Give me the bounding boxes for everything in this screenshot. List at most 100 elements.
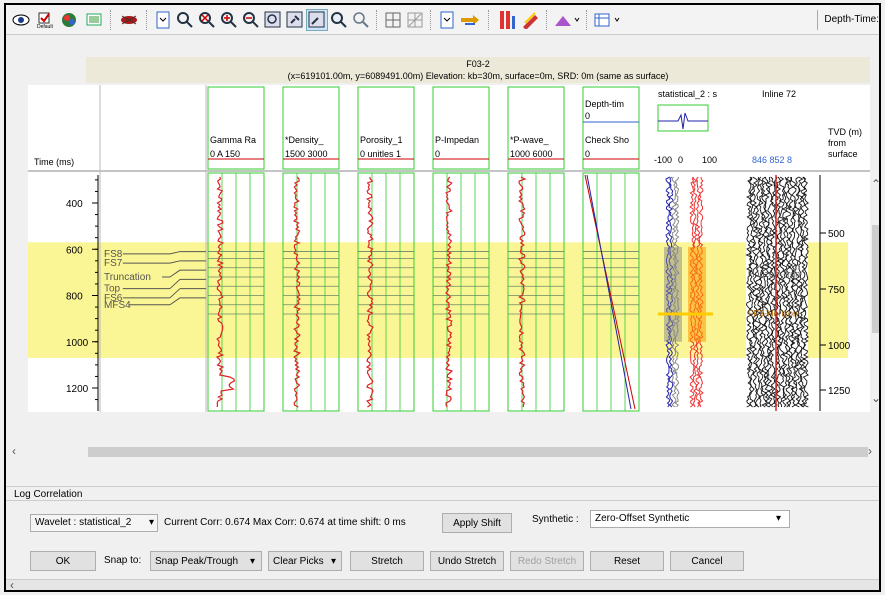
wavelet-tick: 100 (702, 155, 717, 165)
move-icon[interactable] (458, 9, 482, 31)
track-scale: 1000 6000 (510, 149, 553, 159)
zoom-icon[interactable] (174, 9, 196, 31)
track-scale: 0 (435, 149, 440, 159)
highlight-band (28, 242, 848, 358)
clear-picks-label: Clear Picks (273, 555, 324, 567)
well-tie-window: Default Depth-Time: F03-2 (x=619101.00m,… (4, 3, 881, 592)
marker-label: FS7 (104, 258, 123, 269)
snap-value: Snap Peak/Trough (155, 555, 239, 567)
track-extra-scale: 0 (585, 111, 590, 121)
chevron-down-icon: ▾ (775, 513, 781, 524)
track-scale: 0 unitles 1 (360, 149, 401, 159)
marker-label: Truncation (104, 272, 151, 283)
wavelet-dropdown[interactable]: Wavelet : statistical_2 ▾ (30, 514, 158, 532)
vertical-scroll-thumb[interactable] (872, 225, 879, 333)
vertical-scrollbar[interactable]: ⌃ ⌄ (870, 173, 879, 411)
scroll-right-icon[interactable]: › (868, 444, 872, 458)
svg-text:Default: Default (37, 24, 53, 29)
horizontal-scroll-thumb[interactable] (88, 447, 868, 457)
zoom-in-icon[interactable] (218, 9, 240, 31)
zoom-window-icon[interactable] (284, 9, 306, 31)
scroll-left-icon[interactable]: ‹ (10, 578, 14, 590)
correlation-readout: Current Corr: 0.674 Max Corr: 0.674 at t… (164, 517, 406, 528)
color-icon[interactable] (58, 9, 80, 31)
well-coordinates: (x=619101.00m, y=6089491.00m) Elevation:… (287, 71, 669, 81)
tvd-header-line: surface (828, 149, 858, 159)
time-tick-label: 600 (66, 245, 83, 256)
track-name: Gamma Ra (210, 135, 256, 145)
seismic-horizon-label: Horizon-Trun (748, 269, 800, 279)
synthetic-gray-band (664, 246, 682, 342)
track-scale: 0 (585, 149, 590, 159)
time-tick-label: 1200 (66, 384, 89, 395)
tvd-tick-label: 750 (828, 285, 845, 296)
depth-time-label: Depth-Time: (817, 10, 879, 30)
time-tick-label: 800 (66, 292, 83, 303)
magnify-plus-icon[interactable] (328, 9, 350, 31)
wavelet-tick: 0 (678, 155, 683, 165)
synthetic-orange-band (688, 246, 706, 342)
brush-icon[interactable] (552, 9, 582, 31)
bottom-scrollbar[interactable]: ‹ (6, 578, 879, 590)
well-name: F03-2 (466, 59, 490, 69)
snap-dropdown[interactable]: Snap Peak/Trough ▾ (150, 551, 262, 571)
wavelet-value: Wavelet : statistical_2 (35, 517, 132, 528)
tvd-tick-label: 1000 (828, 341, 851, 352)
grid-off-icon[interactable] (404, 9, 426, 31)
undo-stretch-button[interactable]: Undo Stretch (430, 551, 504, 571)
add-display-icon[interactable] (84, 9, 106, 31)
wavelet-header: statistical_2 : s (658, 89, 718, 99)
redo-stretch-button[interactable]: Redo Stretch (510, 551, 584, 571)
filter-icon[interactable] (152, 9, 174, 31)
marker-label: MFS4 (104, 300, 131, 311)
track-header-box (432, 86, 490, 170)
scroll-up-icon[interactable]: ⌃ (871, 177, 879, 191)
zoom-select-icon[interactable] (306, 9, 328, 31)
scroll-down-icon[interactable]: ⌄ (871, 391, 879, 405)
wavelet-curve (658, 112, 708, 130)
wavelet-tick: -100 (654, 155, 672, 165)
track-name: P-Impedan (435, 135, 479, 145)
track-scale: 1500 3000 (285, 149, 328, 159)
zoom-out-icon[interactable] (240, 9, 262, 31)
log-tracks-svg: Time (ms)40060080010001200FS8FS7Truncati… (28, 85, 870, 430)
chevron-down-icon: ▾ (148, 517, 154, 528)
tvd-header-line: from (828, 138, 846, 148)
apply-shift-button[interactable]: Apply Shift (442, 513, 512, 533)
bars-icon[interactable] (496, 9, 518, 31)
track-scale: 0 A 150 (210, 149, 240, 159)
magnify-minus-icon[interactable] (350, 9, 372, 31)
eye-icon[interactable] (10, 9, 32, 31)
zoom-fit-icon[interactable] (262, 9, 284, 31)
track-name: Check Sho (585, 135, 629, 145)
tvd-tick-label: 500 (828, 229, 845, 240)
horizontal-scrollbar[interactable]: ‹ › (6, 442, 879, 463)
tvd-header-line: TVD (m) (828, 127, 862, 137)
snap-to-label: Snap to: (104, 555, 142, 566)
expand-icon[interactable] (436, 9, 458, 31)
grid-icon[interactable] (382, 9, 404, 31)
cancel-button[interactable]: Cancel (670, 551, 744, 571)
default-icon[interactable]: Default (34, 9, 56, 31)
toolbar: Default Depth-Time: (6, 5, 879, 35)
ok-button[interactable]: OK (30, 551, 96, 571)
reset-button[interactable]: Reset (590, 551, 664, 571)
well-log-display[interactable]: Time (ms) 400 600 800 1000 1200 FS8 FS7 Truncati… (28, 85, 870, 430)
stretch-button[interactable]: Stretch (350, 551, 424, 571)
zoom-cancel-icon[interactable] (196, 9, 218, 31)
layout-icon[interactable] (592, 9, 624, 31)
track-name: Porosity_1 (360, 135, 403, 145)
seismic-horizon-label: FF3-Horizon- (748, 308, 801, 318)
time-tick-label: 1000 (66, 338, 89, 349)
chevron-down-icon: ▾ (330, 555, 336, 567)
well-info-bar: F03-2 (x=619101.00m, y=6089491.00m) Elev… (86, 57, 870, 83)
time-tick-label: 400 (66, 199, 83, 210)
track-extra-name: Depth-tim (585, 99, 624, 109)
clear-picks-button[interactable]: Clear Picks ▾ (268, 551, 342, 571)
seismic-header: Inline 72 (762, 89, 796, 99)
bug-icon[interactable] (118, 9, 140, 31)
synthetic-dropdown[interactable]: Zero-Offset Synthetic ▾ (590, 510, 790, 528)
track-name: *P-wave_ (510, 135, 550, 145)
pen-icon[interactable] (520, 9, 542, 31)
scroll-left-icon[interactable]: ‹ (12, 444, 16, 458)
